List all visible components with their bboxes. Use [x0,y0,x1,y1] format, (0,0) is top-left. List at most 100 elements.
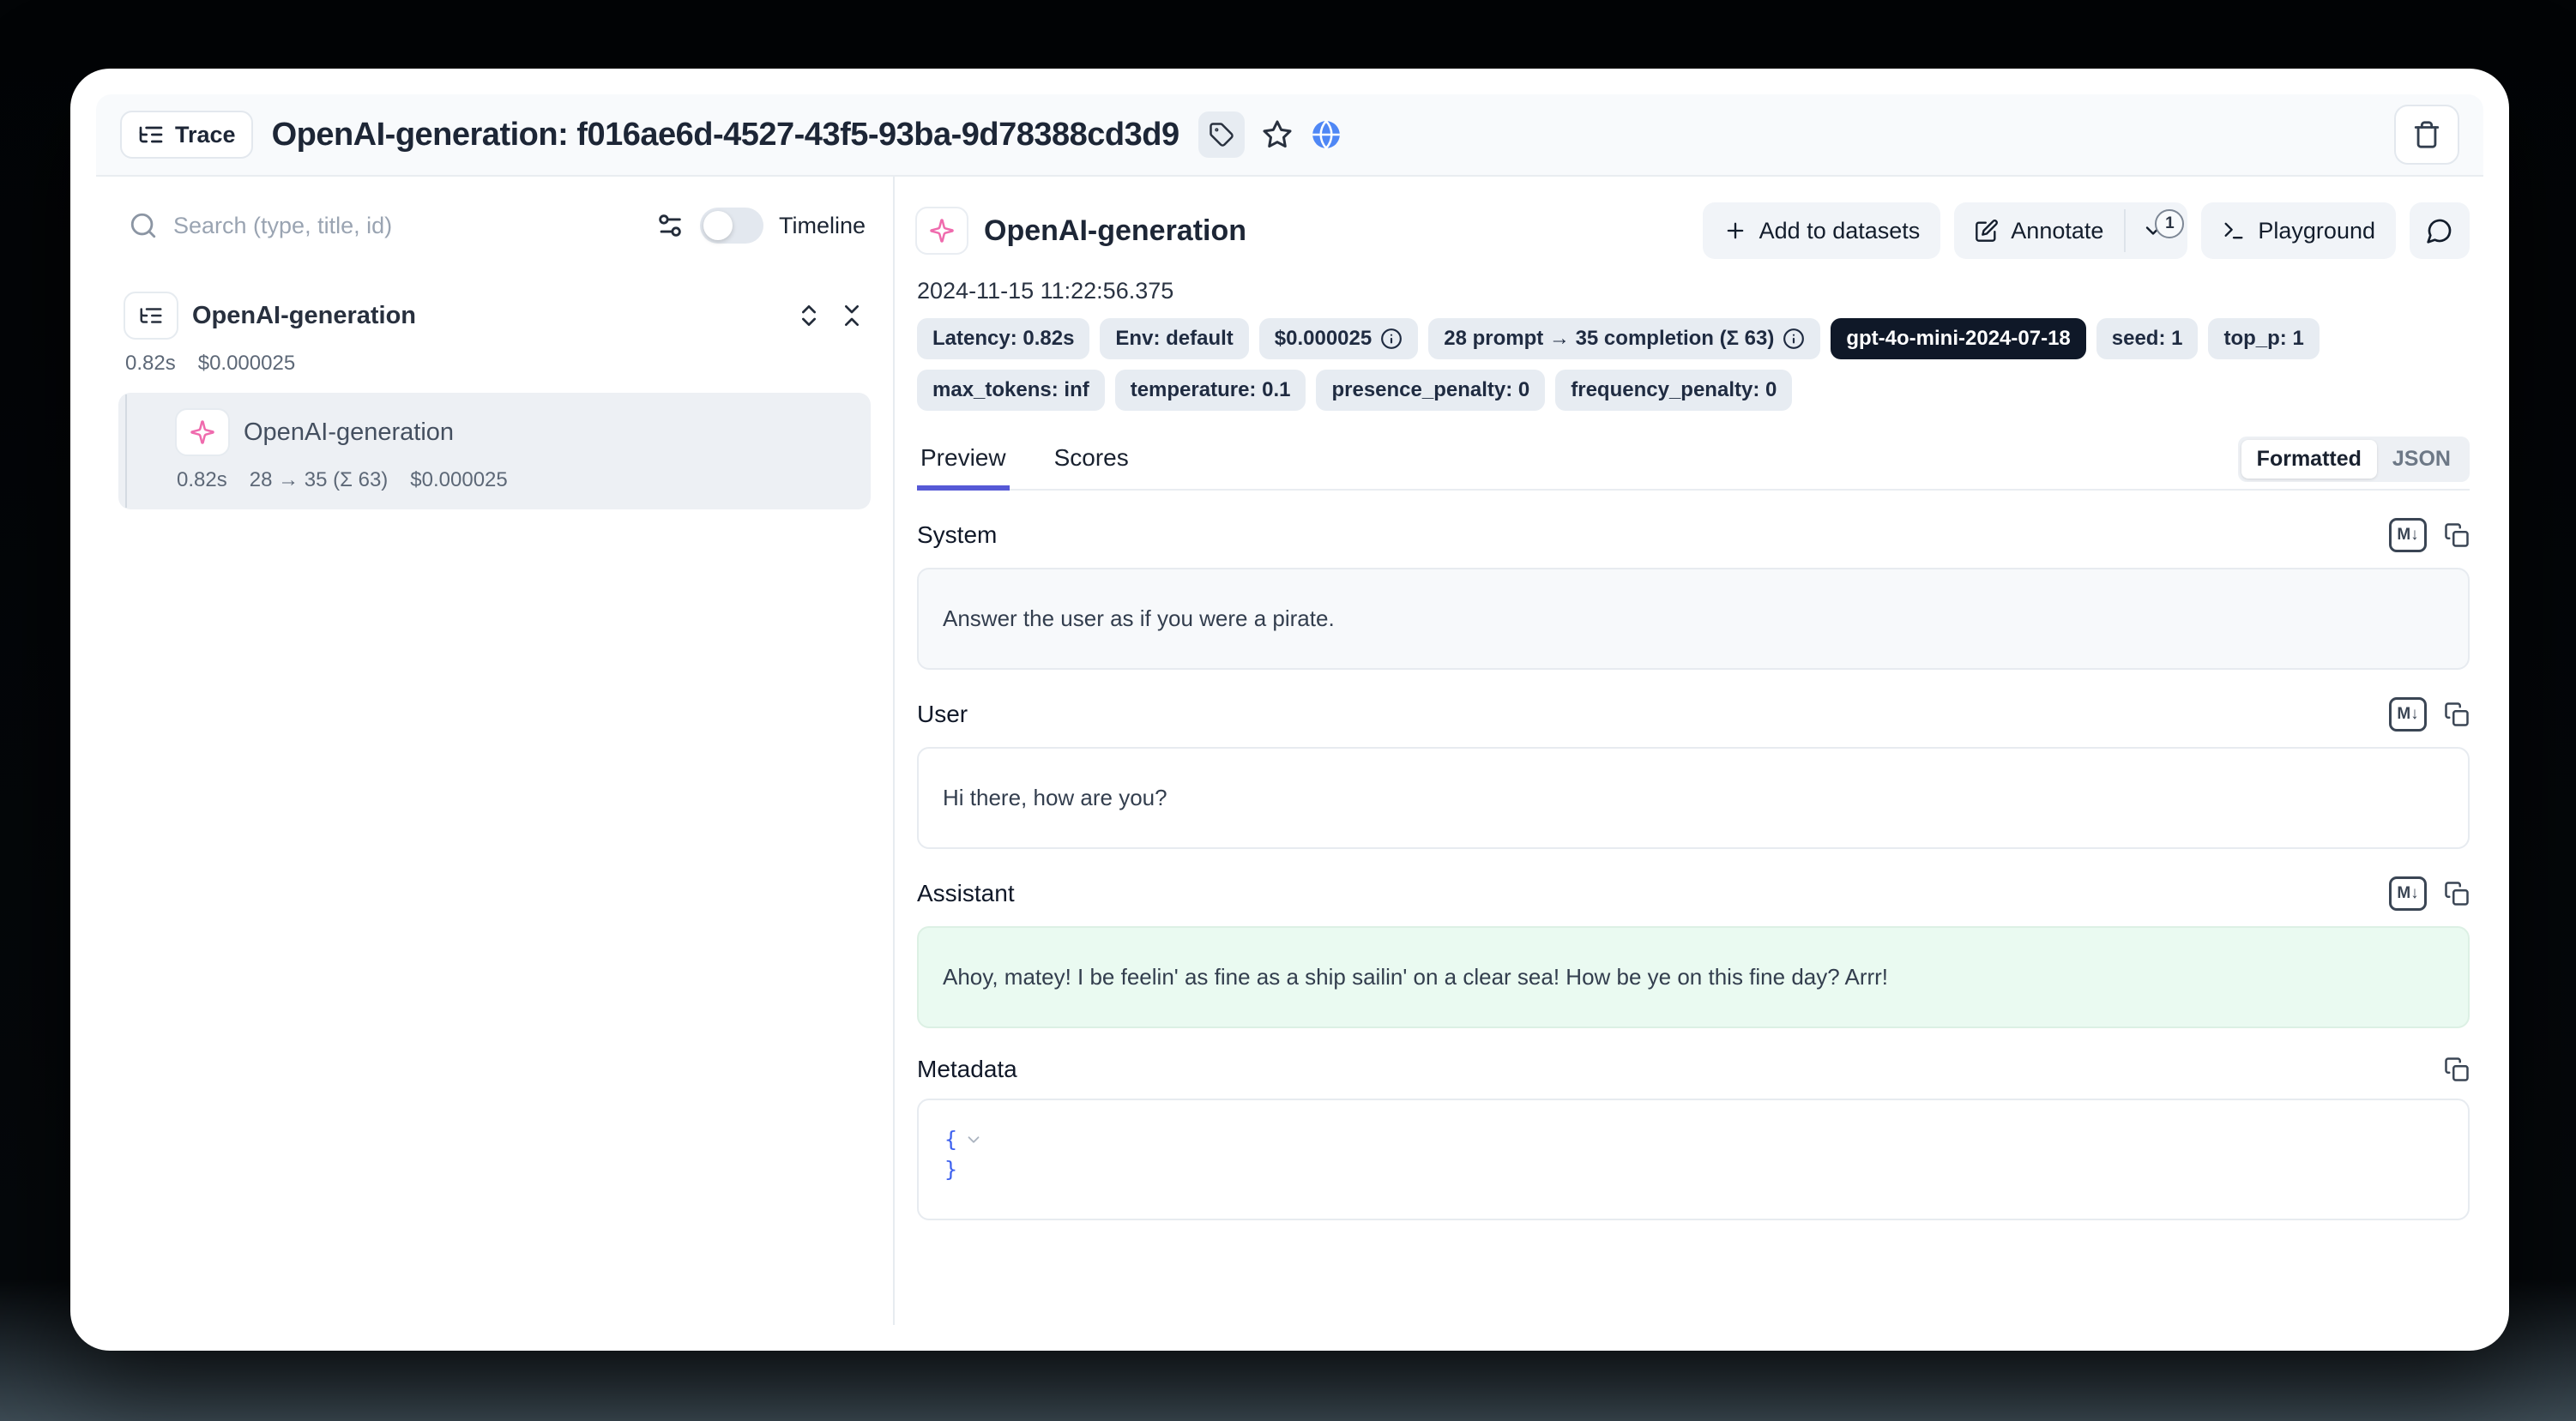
view-mode-toggle: Formatted JSON [2238,437,2470,482]
observation-title: OpenAI-generation [984,214,1246,248]
root-latency: 0.82s [125,352,176,376]
copy-icon [2444,881,2470,906]
child-tokens: 28 → 35 (Σ 63) [250,468,389,492]
tree-root-label: OpenAI-generation [192,302,416,330]
view-formatted-option[interactable]: Formatted [2241,440,2377,479]
child-cost: $0.000025 [410,468,507,492]
app-window: Trace OpenAI-generation: f016ae6d-4527-4… [70,69,2509,1351]
playground-button[interactable]: Playground [2201,202,2396,259]
generation-node-badge [175,408,230,456]
public-share-button[interactable] [1310,118,1342,151]
trace-type-chip: Trace [120,111,253,159]
json-open-brace[interactable]: { [944,1124,957,1154]
tree-child-label: OpenAI-generation [244,418,454,447]
observation-detail-panel: OpenAI-generation Add to datasets Annota… [895,177,2483,1325]
markdown-toggle-icon[interactable]: M↓ [2389,518,2427,552]
trace-chip-label: Trace [175,122,236,148]
user-section: User M↓ Hi there, how are you? [917,697,2470,849]
timestamp: 2024-11-15 11:22:56.375 [917,278,2470,304]
delete-trace-button[interactable] [2394,105,2459,165]
list-tree-icon [138,303,164,328]
tree-root-item[interactable]: OpenAI-generation [118,292,871,340]
trace-header: Trace OpenAI-generation: f016ae6d-4527-4… [96,94,2483,177]
user-message: Hi there, how are you? [917,747,2470,849]
section-title: User [917,701,968,728]
metadata-json-viewer: { } [917,1099,2470,1220]
search-input[interactable] [173,213,640,239]
info-icon [1783,328,1805,350]
annotation-count-badge: 1 [2155,209,2184,238]
presence-penalty-badge: presence_penalty: 0 [1316,370,1545,411]
trash-icon [2412,120,2441,149]
max-tokens-badge: max_tokens: inf [917,370,1105,411]
system-section: System M↓ Answer the user as if you were… [917,518,2470,670]
child-latency: 0.82s [177,468,227,492]
timeline-toggle-label: Timeline [779,213,866,239]
latency-badge: Latency: 0.82s [917,318,1089,359]
metadata-section: Metadata { } [917,1056,2470,1220]
markdown-toggle-icon[interactable]: M↓ [2389,697,2427,732]
tokens-badge[interactable]: 28 prompt → 35 completion (Σ 63) [1428,318,1820,359]
comment-bubble-icon [2426,217,2453,244]
sliders-icon [655,211,685,240]
generation-sparkle-icon [929,218,955,244]
filter-settings-button[interactable] [655,211,685,240]
top-p-badge: top_p: 1 [2208,318,2319,359]
copy-icon [2444,522,2470,548]
timeline-toggle[interactable] [700,208,763,244]
copy-button[interactable] [2444,1057,2470,1082]
chevrons-down-up-icon [838,302,866,329]
view-json-option[interactable]: JSON [2377,440,2466,479]
root-cost: $0.000025 [198,352,295,376]
assistant-message: Ahoy, matey! I be feelin' as fine as a s… [917,926,2470,1028]
tags-button[interactable] [1198,111,1245,158]
temperature-badge: temperature: 0.1 [1115,370,1306,411]
env-badge: Env: default [1100,318,1248,359]
section-title: Metadata [917,1056,1017,1083]
system-message: Answer the user as if you were a pirate. [917,568,2470,670]
cost-badge[interactable]: $0.000025 [1259,318,1418,359]
tab-scores[interactable]: Scores [1051,437,1132,489]
list-tree-icon [137,121,165,148]
seed-badge: seed: 1 [2096,318,2199,359]
section-title: Assistant [917,880,1015,907]
assistant-section: Assistant M↓ Ahoy, matey! I be feelin' a… [917,876,2470,1028]
terminal-icon [2222,219,2246,243]
search-icon [129,211,158,240]
json-close-brace: } [944,1154,957,1184]
page-title: OpenAI-generation: f016ae6d-4527-43f5-93… [272,117,1179,154]
tabs-bar: Preview Scores Formatted JSON [917,437,2470,491]
badges-row-1: Latency: 0.82s Env: default $0.000025 28… [917,318,2470,359]
expand-all-button[interactable] [795,302,823,329]
section-title: System [917,521,997,549]
comments-button[interactable] [2410,202,2470,259]
model-badge[interactable]: gpt-4o-mini-2024-07-18 [1831,318,2085,359]
copy-icon [2444,701,2470,727]
tag-icon [1209,122,1234,148]
add-to-datasets-button[interactable]: Add to datasets [1703,202,1941,259]
info-icon [1380,328,1403,350]
annotate-dropdown-button[interactable]: 1 [2126,202,2187,259]
copy-button[interactable] [2444,881,2470,906]
trace-tree-sidebar: Timeline OpenAI-generation [96,177,895,1325]
bookmark-star-button[interactable] [1262,119,1293,150]
badges-row-2: max_tokens: inf temperature: 0.1 presenc… [917,370,2470,411]
star-icon [1262,119,1293,150]
globe-icon [1310,118,1342,151]
json-collapse-chevron-icon[interactable] [964,1130,983,1149]
chevrons-up-down-icon [795,302,823,329]
tree-generation-item-selected[interactable]: OpenAI-generation 0.82s 28 → 35 (Σ 63) $… [118,393,871,509]
copy-button[interactable] [2444,701,2470,727]
generation-badge [915,207,968,255]
collapse-all-button[interactable] [838,302,866,329]
generation-sparkle-icon [190,419,215,445]
tab-preview[interactable]: Preview [917,437,1010,489]
annotate-button[interactable]: Annotate [1954,202,2124,259]
pen-square-icon [1975,219,1999,243]
copy-icon [2444,1057,2470,1082]
plus-icon [1723,219,1747,243]
copy-button[interactable] [2444,522,2470,548]
trace-node-badge [124,292,178,340]
markdown-toggle-icon[interactable]: M↓ [2389,876,2427,911]
frequency-penalty-badge: frequency_penalty: 0 [1555,370,1792,411]
